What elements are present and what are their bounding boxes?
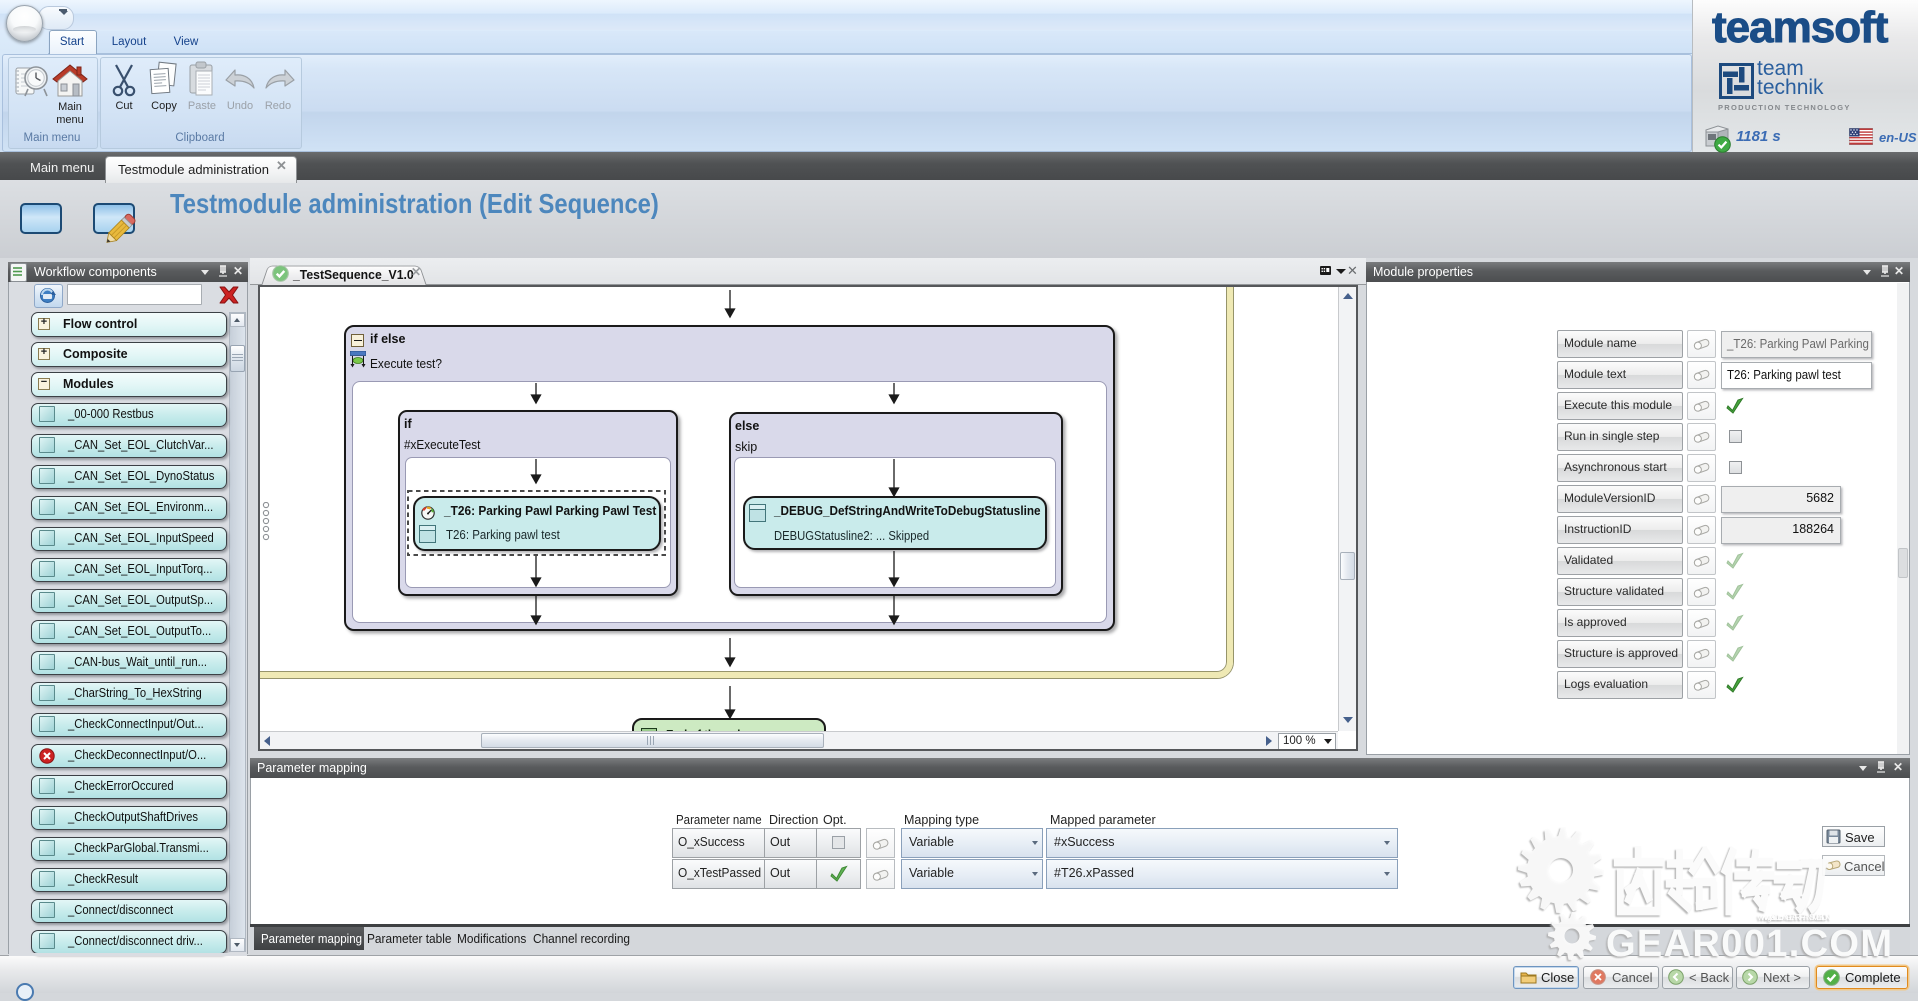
svg-text:GEAR001.COM: GEAR001.COM (1606, 923, 1892, 965)
svg-text:www.gear001.com GEAR TRANSMI: www.gear001.com GEAR TRANSMISSION (1757, 912, 1831, 922)
